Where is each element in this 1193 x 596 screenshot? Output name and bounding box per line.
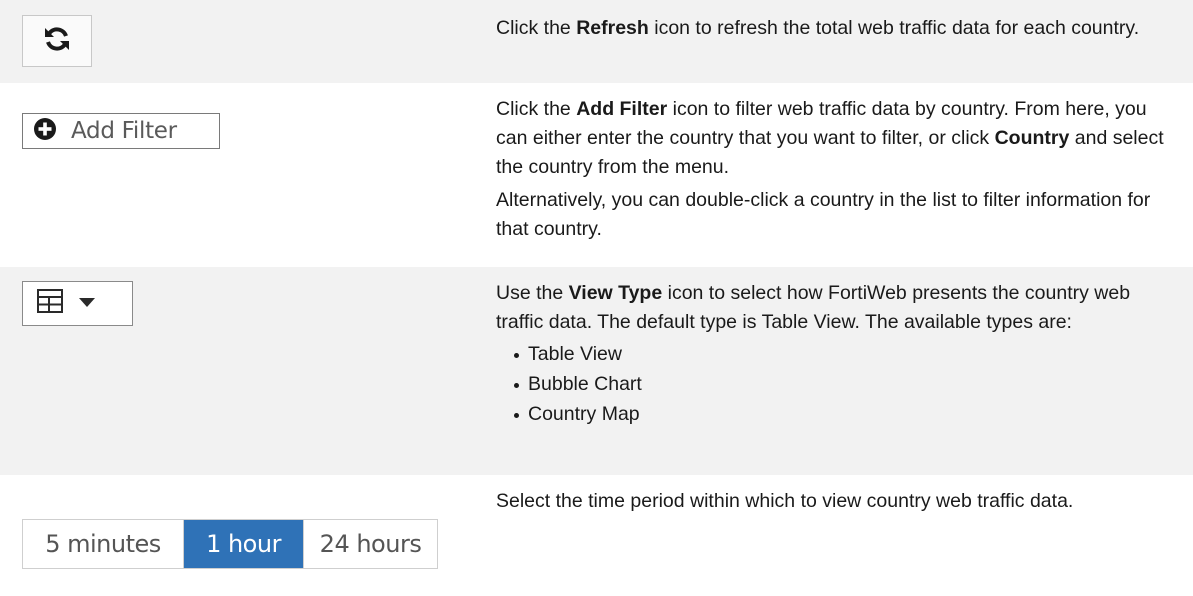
refresh-button[interactable] (22, 15, 92, 67)
time-period-selector[interactable]: 5 minutes 1 hour 24 hours (22, 519, 438, 569)
list-item: Bubble Chart (512, 369, 1179, 399)
controls-table: Click the Refresh icon to refresh the to… (0, 0, 1193, 590)
description-cell: Click the Add Filter icon to filter web … (480, 85, 1193, 265)
description-cell: Select the time period within which to v… (480, 477, 1193, 590)
caret-down-icon (79, 295, 95, 313)
view-type-list: Table View Bubble Chart Country Map (496, 339, 1179, 429)
add-filter-button[interactable]: Add Filter (22, 113, 220, 149)
refresh-icon (42, 24, 72, 59)
list-item: Country Map (512, 399, 1179, 429)
list-item: Table View (512, 339, 1179, 369)
view-type-button[interactable] (22, 281, 133, 326)
time-option-24-hours[interactable]: 24 hours (303, 520, 437, 568)
refresh-description: Click the Refresh icon to refresh the to… (496, 17, 1140, 39)
row-add-filter: Click the Add Filter icon to filter web … (0, 83, 1193, 265)
add-filter-alt-description: Alternatively, you can double-click a co… (496, 189, 1151, 240)
time-option-5-minutes[interactable]: 5 minutes (23, 520, 183, 568)
row-refresh: Click the Refresh icon to refresh the to… (0, 0, 1193, 83)
description-cell: Use the View Type icon to select how For… (480, 267, 1193, 475)
table-icon (37, 289, 63, 318)
add-filter-label: Add Filter (71, 118, 177, 144)
control-cell (0, 85, 480, 265)
description-cell: Click the Refresh icon to refresh the to… (480, 0, 1193, 83)
plus-circle-icon (33, 117, 57, 146)
time-option-1-hour[interactable]: 1 hour (183, 520, 303, 568)
add-filter-description: Click the Add Filter icon to filter web … (496, 98, 1164, 178)
view-type-description: Use the View Type icon to select how For… (496, 282, 1131, 333)
time-period-description: Select the time period within which to v… (496, 490, 1074, 512)
row-view-type: Use the View Type icon to select how For… (0, 265, 1193, 475)
